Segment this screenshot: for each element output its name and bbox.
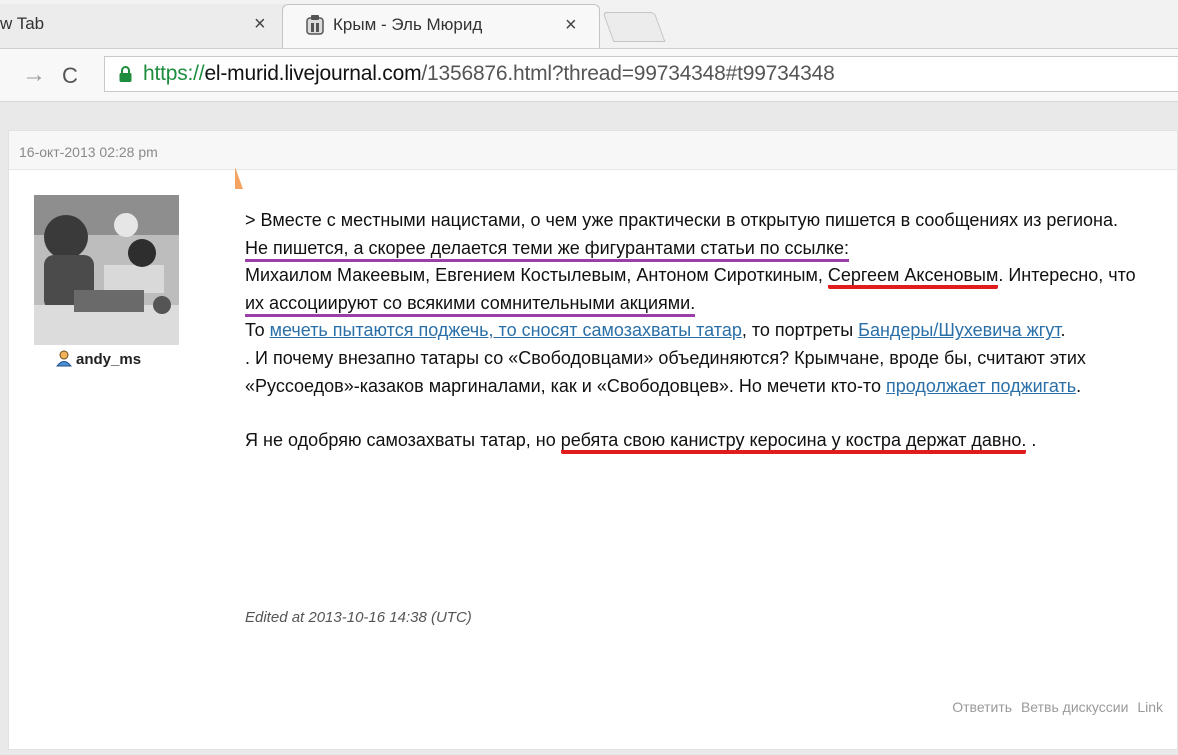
forward-arrow-icon[interactable]: → (22, 61, 46, 89)
username: andy_ms (76, 351, 142, 368)
page-background: 16-окт-2013 02:28 pm andy_ms > Вместе с … (0, 102, 1178, 755)
comment-flag-icon (235, 167, 243, 189)
thread-link[interactable]: Ветвь дискуссии (1021, 699, 1128, 715)
text: . (1076, 375, 1082, 396)
edited-note: Edited at 2013-10-16 14:38 (UTC) (245, 609, 472, 626)
text: . Интересно, что (998, 265, 1136, 286)
link[interactable]: Бандеры/Шухевича жгут (858, 320, 1060, 340)
tab-strip: w Tab × Крым - Эль Мюрид × (0, 0, 1178, 49)
comment-actions: Ответить Ветвь дискуссии Link (947, 699, 1163, 715)
comment-card: 16-окт-2013 02:28 pm andy_ms > Вместе с … (8, 130, 1178, 750)
url-scheme: https:// (143, 62, 205, 85)
text: То (245, 320, 270, 341)
link[interactable]: мечеть пытаются поджечь, то сносят самоз… (270, 320, 742, 340)
lock-icon (119, 66, 132, 82)
comment-date: 16-окт-2013 02:28 pm (19, 144, 158, 160)
text: . (1026, 430, 1037, 451)
text: . (1060, 320, 1066, 341)
close-tab-icon[interactable]: × (254, 13, 266, 36)
avatar[interactable] (34, 195, 179, 345)
tab-new-tab[interactable]: w Tab × (0, 4, 292, 48)
close-tab-icon[interactable]: × (565, 14, 577, 37)
underlined-text: Сергеем Аксеновым (827, 265, 999, 290)
tab-title: w Tab (0, 14, 45, 33)
paragraph: То мечеть пытаются поджечь, то сносят са… (245, 317, 1155, 345)
paragraph: Я не одобряю самозахваты татар, но ребят… (245, 427, 1155, 455)
reload-icon[interactable]: C (62, 63, 78, 89)
text: Я не одобряю самозахваты татар, но (245, 430, 561, 451)
comment-header: 16-окт-2013 02:28 pm (9, 131, 1177, 170)
tab-title: Крым - Эль Мюрид (333, 15, 483, 34)
url-path: /1356876.html?thread=99734348#t99734348 (421, 62, 835, 85)
comment-body: > Вместе с местными нацистами, о чем уже… (245, 207, 1155, 455)
quote-text: > Вместе с местными нацистами, о чем уже… (245, 210, 1118, 230)
text: Михаилом Макеевым, Евгением Костылевым, … (245, 265, 828, 286)
tab-active[interactable]: Крым - Эль Мюрид × (282, 4, 600, 48)
underlined-text: ребята свою канистру керосина у костра д… (560, 430, 1027, 455)
url-text: https://el-murid.livejournal.com/1356876… (143, 62, 835, 86)
permalink-link[interactable]: Link (1137, 699, 1163, 715)
paragraph: Не пишется, а скорее делается теми же фи… (245, 235, 1155, 318)
link[interactable]: продолжает поджигать (886, 376, 1076, 396)
underlined-text: их ассоциируют со всякими сомнительными … (245, 292, 696, 317)
paragraph: . И почему внезапно татары со «Свободовц… (245, 345, 1155, 400)
user-icon (55, 350, 73, 371)
text: , то портреты (741, 320, 859, 341)
url-host: el-murid.livejournal.com (204, 62, 422, 85)
new-tab-button[interactable] (602, 12, 666, 42)
username-link[interactable]: andy_ms (55, 350, 142, 371)
browser-toolbar: → C https://el-murid.livejournal.com/135… (0, 49, 1178, 102)
reply-link[interactable]: Ответить (952, 699, 1012, 715)
underlined-text: Не пишется, а скорее делается теми же фи… (245, 237, 850, 262)
address-bar[interactable]: https://el-murid.livejournal.com/1356876… (104, 56, 1178, 92)
favicon-icon (305, 14, 325, 41)
